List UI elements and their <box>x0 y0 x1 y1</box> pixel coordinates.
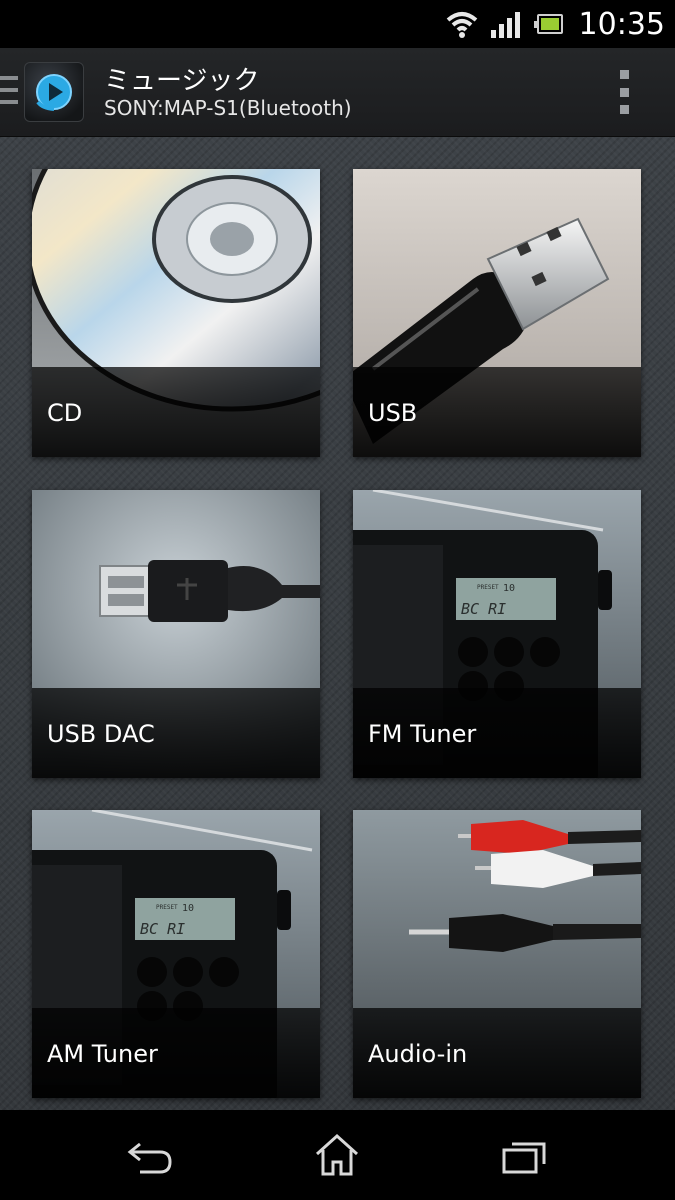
preset-number: 10 <box>182 903 194 914</box>
source-grid: CD USB USB DAC PRESET 10 BC RI FM Tuner … <box>0 137 675 1110</box>
source-label-cd: CD <box>47 399 83 427</box>
status-bar: 10:35 <box>0 0 675 48</box>
action-bar: ミュージック SONY:MAP-S1(Bluetooth) <box>0 48 675 137</box>
back-icon[interactable] <box>120 1130 180 1180</box>
source-label-fm-tuner: FM Tuner <box>368 720 477 748</box>
source-label-usb: USB <box>368 399 418 427</box>
drawer-menu-icon[interactable] <box>0 76 20 110</box>
station-text: BC RI <box>461 600 506 618</box>
source-tile-am-tuner[interactable]: PRESET 10 BC RI AM Tuner <box>32 810 320 1098</box>
source-tile-usb-dac[interactable]: USB DAC <box>32 490 320 778</box>
navigation-bar <box>0 1110 675 1200</box>
signal-icon <box>490 12 520 38</box>
battery-icon <box>533 14 563 34</box>
source-label-audio-in: Audio-in <box>368 1040 468 1068</box>
wifi-icon <box>446 12 477 38</box>
music-play-icon[interactable] <box>24 62 84 122</box>
station-text: BC RI <box>140 920 185 938</box>
source-tile-fm-tuner[interactable]: PRESET 10 BC RI FM Tuner <box>353 490 641 778</box>
device-subtitle: SONY:MAP-S1(Bluetooth) <box>104 96 352 120</box>
source-tile-audio-in[interactable]: Audio-in <box>353 810 641 1098</box>
preset-number: 10 <box>503 583 515 594</box>
home-icon[interactable] <box>307 1130 367 1180</box>
source-tile-cd[interactable]: CD <box>32 169 320 457</box>
source-label-am-tuner: AM Tuner <box>47 1040 158 1068</box>
recent-apps-icon[interactable] <box>494 1130 554 1180</box>
status-time: 10:35 <box>578 6 665 42</box>
app-title: ミュージック <box>104 66 260 96</box>
battery-level <box>540 18 559 30</box>
overflow-menu-icon[interactable] <box>612 70 636 114</box>
preset-text: PRESET <box>156 904 178 911</box>
source-label-usb-dac: USB DAC <box>47 720 155 748</box>
source-tile-usb[interactable]: USB <box>353 169 641 457</box>
preset-text: PRESET <box>477 584 499 591</box>
